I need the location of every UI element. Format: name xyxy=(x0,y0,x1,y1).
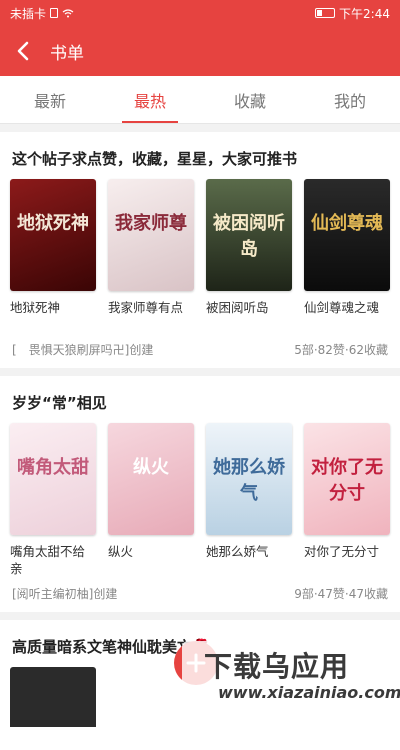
book-cover[interactable]: 对你了无分寸 xyxy=(304,423,390,535)
app-bar: 书单 xyxy=(0,26,400,76)
booklist-card[interactable]: 这个帖子求点赞，收藏，星星，大家可推书 地狱死神 地狱死神 我家师尊 我家师尊有… xyxy=(0,132,400,368)
book-cover[interactable]: 被困阅听岛 xyxy=(206,179,292,291)
booklist-creator[interactable]: [ 畏惧天狼刷屏吗卍]创建 xyxy=(12,341,153,358)
wifi-icon xyxy=(62,8,74,17)
book-name: 我家师尊有点 xyxy=(108,300,184,315)
book-cover[interactable]: 仙剑尊魂 xyxy=(304,179,390,291)
book-item[interactable]: 被困阅听岛 被困阅听岛 xyxy=(206,179,292,335)
book-cover[interactable]: 嘴角太甜 xyxy=(10,423,96,535)
book-name: 纵火 xyxy=(108,544,134,559)
book-cover[interactable]: 纵火 xyxy=(108,423,194,535)
booklist-title: 岁岁“常”相见 xyxy=(12,394,107,412)
cover-title-text: 她那么娇气 xyxy=(213,457,285,504)
cover-title-text: 地狱死神 xyxy=(17,213,89,234)
back-arrow-icon[interactable] xyxy=(12,40,34,62)
cover-title-text: 对你了无分寸 xyxy=(311,457,383,504)
tab-mine[interactable]: 我的 xyxy=(300,76,400,123)
booklist-stats: 5部·82赞·62收藏 xyxy=(294,343,388,357)
tab-hottest[interactable]: 最热 xyxy=(100,76,200,123)
cover-title-text: 我家师尊 xyxy=(115,213,187,234)
book-item[interactable]: 地狱死神 地狱死神 xyxy=(10,179,96,335)
cover-title-text: 仙剑尊魂 xyxy=(311,213,383,234)
tab-bar: 最新 最热 收藏 我的 xyxy=(0,76,400,124)
tab-latest[interactable]: 最新 xyxy=(0,76,100,123)
book-item[interactable]: 仙剑尊魂 仙剑尊魂之魂 xyxy=(304,179,390,335)
book-cover[interactable]: 地狱死神 xyxy=(10,179,96,291)
watermark-main-text: 下载乌应用 xyxy=(204,650,350,683)
book-name: 地狱死神 xyxy=(10,300,61,315)
cover-title-text: 被困阅听岛 xyxy=(213,213,285,260)
booklist-card[interactable]: 岁岁“常”相见 嘴角太甜 嘴角太甜不给亲 纵火 纵火 她那么娇气 她那么娇气 对… xyxy=(0,376,400,612)
book-cover[interactable]: 我家师尊 xyxy=(108,179,194,291)
booklist-title: 这个帖子求点赞，收藏，星星，大家可推书 xyxy=(12,150,298,168)
book-cover[interactable]: 她那么娇气 xyxy=(206,423,292,535)
clock: 下午2:44 xyxy=(339,6,390,21)
book-item[interactable]: 对你了无分寸 对你了无分寸 xyxy=(304,423,390,579)
carrier-label: 未插卡 xyxy=(10,6,47,21)
book-item[interactable]: 她那么娇气 她那么娇气 xyxy=(206,423,292,579)
book-cover[interactable] xyxy=(10,667,96,727)
cover-title-text: 纵火 xyxy=(133,457,169,478)
book-name: 仙剑尊魂之魂 xyxy=(304,300,380,315)
book-item[interactable]: 纵火 纵火 xyxy=(108,423,194,579)
book-name: 嘴角太甜不给亲 xyxy=(10,544,86,576)
watermark-url-text: www.xiazainiao.com xyxy=(218,683,400,702)
status-bar: 未插卡 下午2:44 xyxy=(0,0,400,26)
battery-icon xyxy=(315,8,336,18)
book-item[interactable]: 嘴角太甜 嘴角太甜不给亲 xyxy=(10,423,96,579)
watermark-logo: 下载乌应用 www.xiazainiao.com xyxy=(182,641,400,707)
book-name: 被困阅听岛 xyxy=(206,300,269,315)
page-title: 书单 xyxy=(50,43,84,64)
booklist-creator[interactable]: [阅听主编初柚]创建 xyxy=(12,585,117,602)
cover-title-text: 嘴角太甜 xyxy=(17,457,89,478)
book-name: 对你了无分寸 xyxy=(304,544,380,559)
sim-icon xyxy=(50,8,59,18)
tab-favorites[interactable]: 收藏 xyxy=(200,76,300,123)
book-name: 她那么娇气 xyxy=(206,544,269,559)
book-item[interactable]: 我家师尊 我家师尊有点 xyxy=(108,179,194,335)
booklist-stats: 9部·47赞·47收藏 xyxy=(294,587,388,601)
